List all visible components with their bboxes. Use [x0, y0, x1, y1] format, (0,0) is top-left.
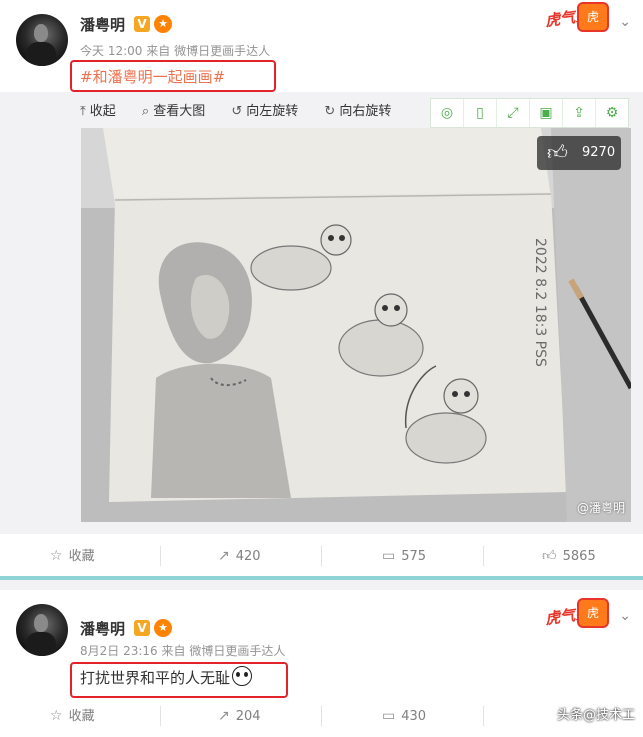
comment-count: 575 — [401, 549, 427, 564]
thumbs-up-icon: 👍︎ — [547, 140, 568, 164]
chevron-down-icon[interactable]: ⌄ — [619, 608, 631, 624]
settings-icon[interactable]: ⚙ — [596, 99, 628, 127]
collapse-label: 收起 — [89, 104, 116, 119]
rotate-right-label: 向右旋转 — [339, 104, 392, 119]
divider — [321, 706, 322, 726]
avatar-face — [34, 614, 48, 632]
author-name[interactable]: 潘粤明 — [80, 618, 125, 639]
thumbs-up-icon: 👍︎ — [542, 548, 557, 564]
post-source[interactable]: 微博日更画手达人 — [189, 644, 285, 658]
repost-icon: ↗ — [218, 708, 230, 724]
rotate-left-icon: ↺ — [231, 104, 243, 119]
favorite-label: 收藏 — [68, 549, 95, 564]
image-like-button[interactable]: 👍︎ 9270 — [537, 136, 621, 170]
share-icon[interactable]: ⇪ — [563, 99, 596, 127]
chevron-down-icon[interactable]: ⌄ — [619, 14, 631, 30]
post-source[interactable]: 微博日更画手达人 — [174, 44, 270, 58]
highlight-box — [70, 60, 276, 92]
post-time[interactable]: 8月2日 23:16 — [80, 644, 158, 658]
image-tools: ◎ ▯ ⤢ ▣ ⇪ ⚙ — [430, 98, 629, 128]
divider — [321, 546, 322, 566]
post-meta: 今天 12:00 来自 微博日更画手达人 — [80, 42, 270, 59]
divider — [483, 706, 484, 726]
collapse-icon: ⤒ — [80, 104, 86, 119]
rotate-left-label: 向左旋转 — [246, 104, 299, 119]
fullscreen-icon[interactable]: ⤢ — [497, 99, 530, 127]
avatar-body — [26, 632, 56, 656]
corner-watermark: 头条@技术工 — [556, 708, 635, 723]
highlight-box — [70, 662, 288, 698]
image-like-count: 9270 — [582, 145, 616, 160]
favorite-button[interactable]: ☆ 收藏 — [50, 696, 95, 736]
source-prefix: 来自 — [146, 44, 171, 58]
post-meta: 8月2日 23:16 来自 微博日更画手达人 — [80, 642, 285, 659]
search-icon: ⌕ — [141, 104, 150, 119]
repost-count: 204 — [235, 709, 261, 724]
repost-count: 420 — [235, 549, 261, 564]
favorite-button[interactable]: ☆ 收藏 — [50, 536, 95, 576]
view-large-button[interactable]: ⌕ 查看大图 — [142, 104, 205, 119]
rotate-right-icon: ↻ — [324, 104, 336, 119]
image-watermark: @潘粤明 — [576, 501, 625, 515]
feed-gap — [0, 580, 643, 590]
like-button[interactable]: 👍︎ 5865 — [542, 536, 596, 576]
avatar-body — [26, 42, 56, 66]
medal-icon: ★ — [154, 619, 172, 637]
action-bar: ☆ 收藏 ↗ 420 ▭ 575 👍︎ 5865 — [0, 536, 643, 576]
action-bar: ☆ 收藏 ↗ 204 ▭ 430 — [0, 696, 643, 736]
repost-button[interactable]: ↗ 204 — [218, 696, 261, 736]
avatar[interactable] — [16, 604, 68, 656]
favorite-label: 收藏 — [68, 709, 95, 724]
avatar[interactable] — [16, 14, 68, 66]
media-panel: ⤒ 收起 ⌕ 查看大图 ↺ 向左旋转 ↻ 向右旋转 ◎ ▯ ⤢ ▣ ⇪ ⚙ 20… — [0, 92, 643, 534]
comment-icon: ▭ — [382, 708, 396, 724]
media-toolbar: ⤒ 收起 ⌕ 查看大图 ↺ 向左旋转 ↻ 向右旋转 — [80, 100, 413, 119]
save-icon[interactable]: ▣ — [530, 99, 563, 127]
copy-icon[interactable]: ▯ — [464, 99, 497, 127]
comment-button[interactable]: ▭ 430 — [382, 696, 426, 736]
view-large-label: 查看大图 — [153, 104, 206, 119]
rotate-left-button[interactable]: ↺ 向左旋转 — [231, 104, 298, 119]
sketch-drawing: 2022 8.2 18:3 PSS — [81, 128, 631, 522]
verified-badge-icon: V — [134, 620, 150, 636]
drawing-signature: 2022 8.2 18:3 PSS — [532, 238, 548, 367]
star-icon: ☆ — [50, 548, 63, 564]
post-2: 潘粤明 V ★ 8月2日 23:16 来自 微博日更画手达人 虎气来了 虎 ⌄ … — [0, 590, 643, 733]
repost-button[interactable]: ↗ 420 — [218, 536, 261, 576]
tiger-face-icon: 虎 — [577, 598, 609, 628]
comment-button[interactable]: ▭ 575 — [382, 536, 426, 576]
author-name[interactable]: 潘粤明 — [80, 14, 125, 35]
ocr-icon[interactable]: ◎ — [431, 99, 464, 127]
like-count: 5865 — [562, 549, 596, 564]
verified-badge-icon: V — [134, 16, 150, 32]
avatar-face — [34, 24, 48, 42]
divider — [160, 546, 161, 566]
collapse-button[interactable]: ⤒ 收起 — [80, 104, 116, 119]
divider — [483, 546, 484, 566]
rotate-right-button[interactable]: ↻ 向右旋转 — [324, 104, 391, 119]
comment-count: 430 — [401, 709, 427, 724]
tiger-face-icon: 虎 — [577, 2, 609, 32]
sketch-photo[interactable]: 2022 8.2 18:3 PSS 👍︎ 9270 @潘粤明 — [81, 128, 631, 522]
post-1: 潘粤明 V ★ 今天 12:00 来自 微博日更画手达人 虎气来了 虎 ⌄ #和… — [0, 0, 643, 576]
star-icon: ☆ — [50, 708, 63, 724]
repost-icon: ↗ — [218, 548, 230, 564]
divider — [160, 706, 161, 726]
source-prefix: 来自 — [161, 644, 186, 658]
comment-icon: ▭ — [382, 548, 396, 564]
medal-icon: ★ — [154, 15, 172, 33]
post-time[interactable]: 今天 12:00 — [80, 44, 142, 58]
